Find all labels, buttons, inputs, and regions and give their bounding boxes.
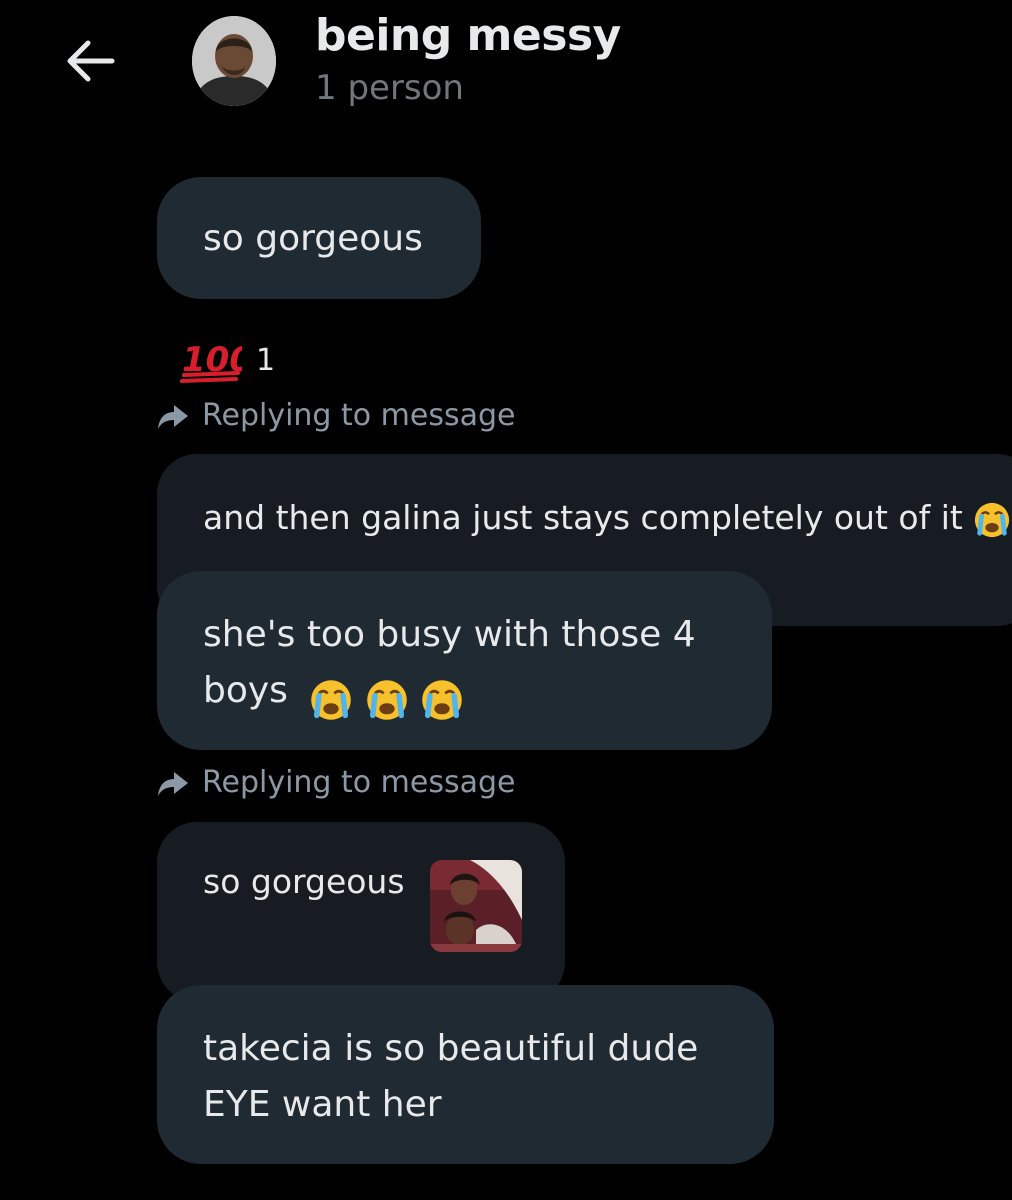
conversation-header: being messy 1 person <box>0 0 1012 130</box>
reply-arrow-icon <box>158 404 188 429</box>
reply-label-text: Replying to message <box>202 398 516 433</box>
loudly-crying-emoji <box>367 680 407 720</box>
quoted-message-text: and then galina just stays completely ou… <box>203 498 963 537</box>
message-bubble[interactable]: she's too busy with those 4 boys <box>157 571 772 750</box>
reply-indicator: Replying to message <box>156 398 516 433</box>
message-text: so gorgeous <box>203 218 423 259</box>
loudly-crying-emoji <box>975 502 1010 537</box>
participant-count: 1 person <box>315 68 464 108</box>
message-bubble[interactable]: so gorgeous <box>157 177 481 299</box>
reply-indicator: Replying to message <box>156 765 516 800</box>
reaction-count: 1 <box>256 342 276 378</box>
loudly-crying-emoji <box>422 680 463 720</box>
message-text: takecia is so beautiful dude EYE want he… <box>203 1028 699 1125</box>
avatar[interactable] <box>192 16 276 106</box>
reply-label-text: Replying to message <box>202 765 516 800</box>
loudly-crying-emoji <box>311 680 352 720</box>
back-button[interactable] <box>60 34 120 90</box>
hundred-points-emoji: 100 <box>180 340 242 383</box>
message-reaction[interactable]: 100 1 <box>180 335 275 385</box>
emoji-group <box>309 671 464 727</box>
photo-thumbnail[interactable] <box>430 860 522 952</box>
arrow-left-icon <box>67 40 115 82</box>
reply-arrow-icon <box>158 771 188 796</box>
message-bubble[interactable]: takecia is so beautiful dude EYE want he… <box>157 985 774 1164</box>
conversation-title: being messy <box>315 10 621 61</box>
quoted-message-text: so gorgeous <box>203 862 405 901</box>
